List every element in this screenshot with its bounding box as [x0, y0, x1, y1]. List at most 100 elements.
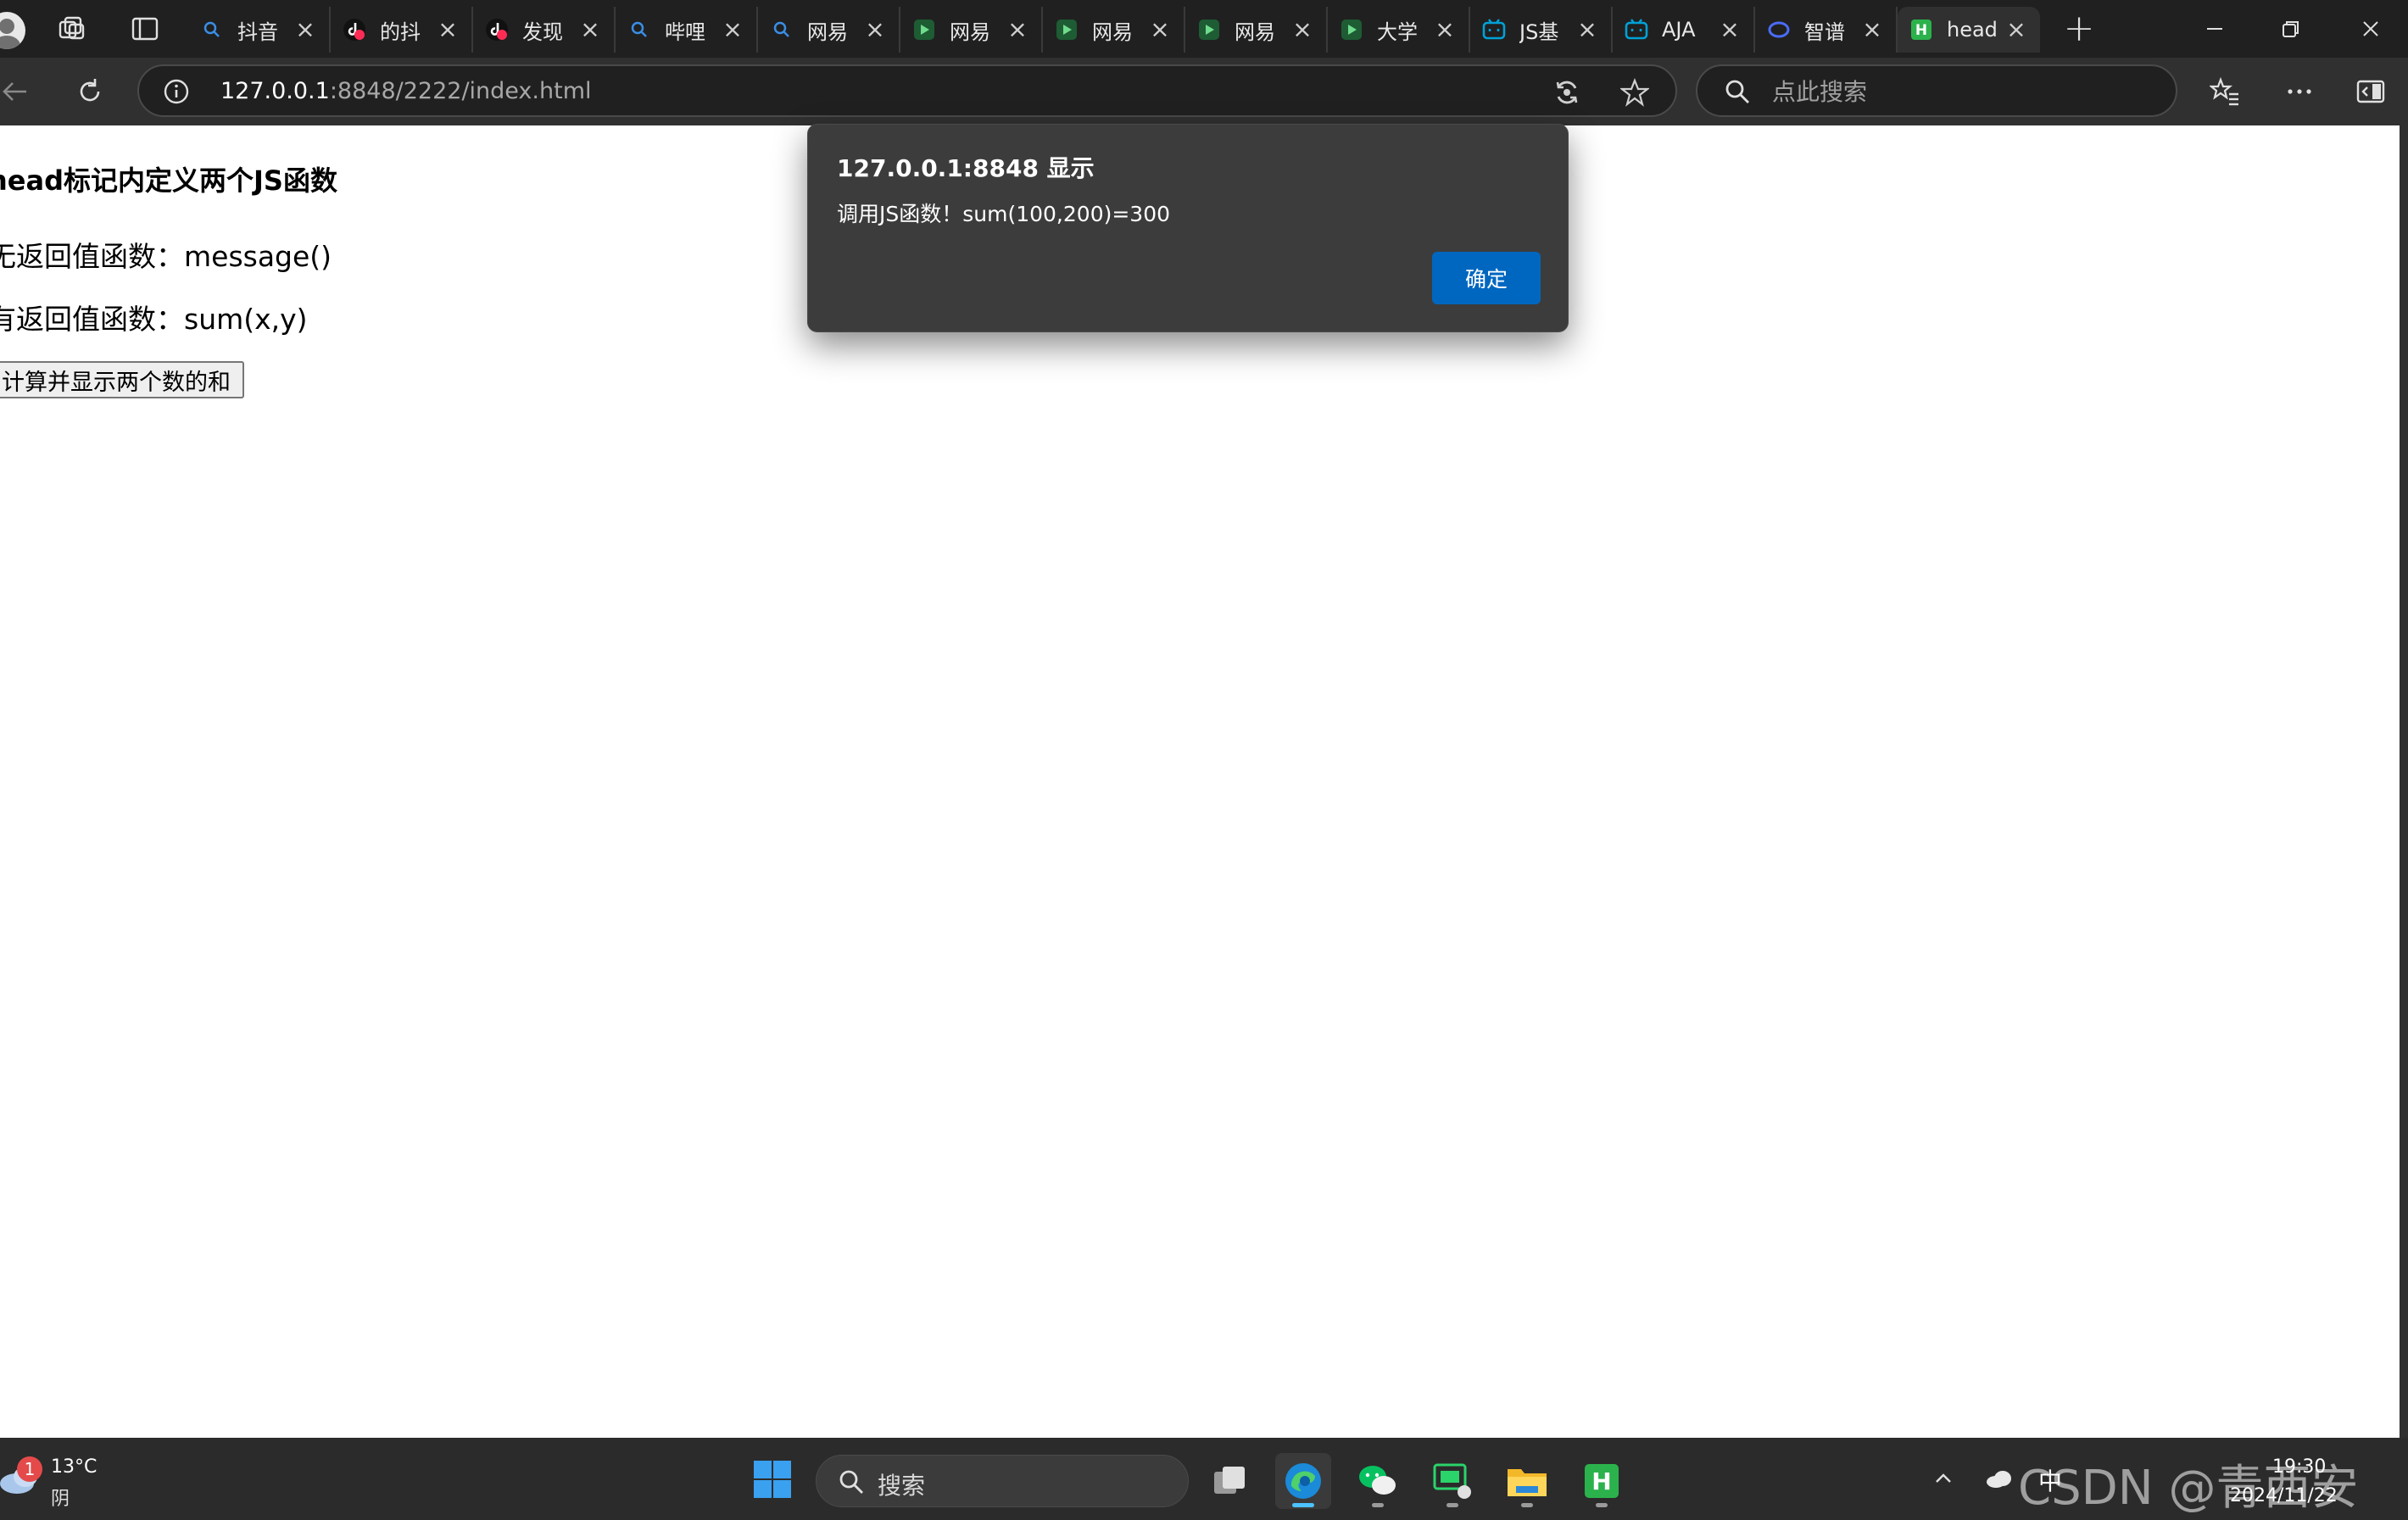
douyin-icon	[343, 18, 366, 42]
favorites-icon[interactable]	[2206, 73, 2244, 110]
workspaces-icon[interactable]	[54, 12, 90, 46]
back-arrow-icon[interactable]	[0, 73, 34, 110]
minimize-icon[interactable]	[2189, 12, 2240, 46]
remote-desktop-icon[interactable]	[1424, 1453, 1480, 1509]
tab-label: 网易	[807, 19, 848, 44]
taskbar-search[interactable]: 搜索	[816, 1455, 1189, 1507]
tab-university[interactable]: 大学 ×	[1328, 7, 1470, 53]
tab-head-active[interactable]: H head ×	[1898, 7, 2040, 53]
tab-label: AJA	[1662, 18, 1696, 42]
browser-toolbar: 127.0.0.1:8848/2222/index.html	[0, 58, 2408, 125]
tab-ajax[interactable]: AJA ×	[1613, 7, 1755, 53]
calculate-sum-button[interactable]: 计算并显示两个数的和	[0, 361, 244, 398]
running-indicator	[1372, 1503, 1384, 1507]
tab-label: JS基	[1519, 19, 1559, 44]
new-tab-button[interactable]: +	[2059, 10, 2099, 47]
wechat-icon[interactable]	[1350, 1453, 1406, 1509]
address-host: 127.0.0.1	[220, 78, 330, 104]
page-heading: head标记内定义两个JS函数	[0, 164, 337, 197]
tab-label: 的抖	[380, 19, 421, 44]
play-icon	[912, 18, 936, 42]
alert-dialog: 127.0.0.1:8848 显示 调用JS函数！sum(100,200)=30…	[807, 124, 1569, 332]
sidebar-toggle-icon[interactable]	[2352, 73, 2389, 110]
douyin-icon	[485, 18, 509, 42]
more-options-icon[interactable]	[2281, 73, 2318, 110]
notification-badge: 1	[17, 1456, 42, 1482]
search-icon	[839, 1470, 863, 1494]
tab-label: 智谱	[1804, 19, 1845, 44]
close-icon[interactable]: ×	[865, 18, 885, 42]
refresh-icon[interactable]	[71, 73, 109, 110]
close-icon[interactable]: ×	[1150, 18, 1170, 42]
edge-browser-icon[interactable]	[1275, 1453, 1331, 1509]
tab-netease-2[interactable]: 网易 ×	[1043, 7, 1185, 53]
address-text[interactable]: 127.0.0.1:8848/2222/index.html	[220, 78, 592, 104]
taskbar: 1 13°C 阴 搜索 H 中 19:30 2024/11/22 CSDN @青…	[0, 1438, 2408, 1520]
search-icon	[200, 18, 224, 42]
dialog-ok-button[interactable]: 确定	[1432, 252, 1541, 304]
restore-icon[interactable]	[2266, 12, 2316, 46]
close-icon[interactable]: ×	[722, 18, 743, 42]
tab-list: 抖音 × 的抖 × 发现 × 哔哩 × 网易 × 网易 × 网易 × 网易 × …	[188, 7, 2040, 53]
tab-strip: 抖音 × 的抖 × 发现 × 哔哩 × 网易 × 网易 × 网易 × 网易 × …	[0, 0, 2408, 58]
address-path: :8848/2222/index.html	[329, 78, 592, 104]
tab-actions-icon[interactable]	[127, 12, 163, 46]
file-explorer-icon[interactable]	[1499, 1453, 1555, 1509]
favorite-star-icon[interactable]	[1619, 77, 1650, 108]
running-indicator	[1596, 1503, 1608, 1507]
tab-label: 抖音	[237, 19, 278, 44]
close-icon[interactable]: ×	[1577, 18, 1597, 42]
close-icon[interactable]: ×	[1435, 18, 1455, 42]
tab-label: head	[1947, 18, 1998, 42]
close-icon[interactable]: ×	[1292, 18, 1313, 42]
window-edge	[2400, 125, 2408, 1438]
close-icon[interactable]: ×	[580, 18, 600, 42]
search-icon	[1725, 80, 1749, 103]
search-icon	[627, 18, 651, 42]
profile-avatar-icon[interactable]	[0, 12, 25, 49]
close-icon[interactable]: ×	[438, 18, 458, 42]
taskbar-search-label: 搜索	[878, 1472, 926, 1500]
weather-condition: 阴	[51, 1489, 70, 1510]
tab-label: 网易	[1092, 19, 1133, 44]
show-hidden-icons-icon[interactable]	[1928, 1463, 1959, 1494]
web-search-box[interactable]	[1696, 64, 2177, 117]
tab-douyin-profile[interactable]: 的抖 ×	[331, 7, 473, 53]
hbuilder-icon: H	[1909, 18, 1933, 42]
site-info-icon[interactable]	[163, 78, 190, 105]
running-indicator	[1292, 1503, 1314, 1507]
tab-label: 网易	[1235, 19, 1275, 44]
running-indicator	[1446, 1503, 1458, 1507]
close-icon[interactable]: ×	[1862, 18, 1882, 42]
close-icon[interactable]: ×	[1007, 18, 1028, 42]
tab-netease-3[interactable]: 网易 ×	[1185, 7, 1328, 53]
play-icon	[1055, 18, 1079, 42]
tab-douyin-search[interactable]: 抖音 ×	[188, 7, 331, 53]
web-search-input[interactable]	[1772, 75, 2145, 109]
tab-label: 网易	[950, 19, 990, 44]
task-view-icon[interactable]	[1202, 1453, 1258, 1509]
close-icon[interactable]: ×	[1720, 18, 1740, 42]
tab-netease-search[interactable]: 网易 ×	[758, 7, 900, 53]
tab-bilibili-search[interactable]: 哔哩 ×	[616, 7, 758, 53]
bilibili-icon	[1625, 18, 1648, 42]
tab-douyin-discover[interactable]: 发现 ×	[473, 7, 616, 53]
play-icon	[1340, 18, 1363, 42]
weather-temperature: 13°C	[51, 1456, 98, 1478]
translate-icon[interactable]	[1552, 77, 1582, 108]
hbuilder-app-icon[interactable]: H	[1574, 1453, 1630, 1509]
close-icon[interactable]: ×	[295, 18, 315, 42]
windows-start-icon[interactable]	[753, 1460, 792, 1499]
address-bar[interactable]: 127.0.0.1:8848/2222/index.html	[137, 64, 1677, 117]
onedrive-cloud-icon[interactable]	[1984, 1463, 2015, 1494]
play-icon	[1197, 18, 1221, 42]
return-function-text: 有返回值函数：sum(x,y)	[0, 303, 308, 336]
tab-zhipu[interactable]: 智谱 ×	[1755, 7, 1898, 53]
close-icon[interactable]: ×	[2006, 18, 2026, 42]
tab-js-basics[interactable]: JS基 ×	[1470, 7, 1613, 53]
window-close-icon[interactable]	[2345, 12, 2396, 46]
zhipu-icon	[1767, 18, 1791, 42]
search-icon	[770, 18, 794, 42]
tab-label: 发现	[522, 19, 563, 44]
tab-netease-1[interactable]: 网易 ×	[900, 7, 1043, 53]
